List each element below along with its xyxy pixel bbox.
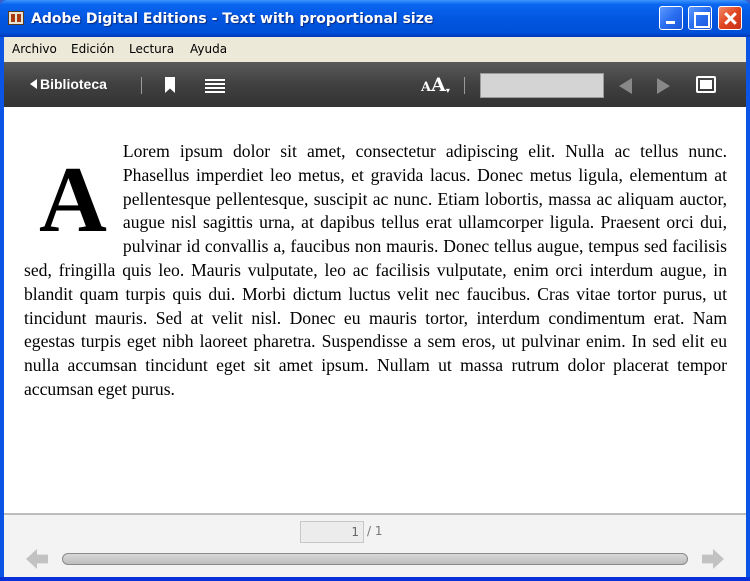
app-window: Adobe Digital Editions - Text with propo… — [0, 0, 750, 581]
drop-cap: A — [39, 148, 107, 252]
menu-bar: Archivo Edición Lectura Ayuda — [4, 37, 746, 62]
book-text: A Lorem ipsum dolor sit amet, consectetur… — [24, 140, 727, 402]
menu-archivo[interactable]: Archivo — [12, 42, 57, 56]
page-total: / 1 — [367, 524, 383, 538]
library-button[interactable]: Biblioteca — [30, 76, 107, 92]
back-arrow-icon — [30, 79, 37, 89]
app-icon[interactable] — [8, 11, 24, 25]
maximize-button[interactable] — [688, 6, 712, 30]
prev-page-icon[interactable] — [26, 549, 48, 569]
menu-lectura[interactable]: Lectura — [129, 42, 174, 56]
toolbar-divider — [464, 77, 465, 94]
toolbar-divider — [141, 77, 142, 94]
next-page-icon[interactable] — [702, 549, 724, 569]
toc-icon[interactable] — [205, 79, 225, 93]
reader-toolbar: Biblioteca AA▾ — [4, 62, 746, 107]
paragraph-text: Lorem ipsum dolor sit amet, consectetur … — [24, 141, 727, 399]
menu-ayuda[interactable]: Ayuda — [190, 42, 227, 56]
menu-edicion[interactable]: Edición — [71, 42, 114, 56]
window-frame — [0, 577, 750, 581]
minimize-button[interactable] — [659, 6, 683, 30]
font-size-icon[interactable]: AA▾ — [421, 74, 450, 96]
title-bar[interactable]: Adobe Digital Editions - Text with propo… — [0, 0, 750, 37]
reading-pane[interactable]: A Lorem ipsum dolor sit amet, consectetur… — [4, 107, 746, 513]
reading-progress-slider[interactable] — [62, 553, 688, 565]
library-label: Biblioteca — [40, 76, 107, 92]
next-icon[interactable] — [657, 78, 670, 94]
search-input[interactable] — [480, 73, 604, 98]
close-button[interactable] — [718, 6, 742, 30]
fullscreen-icon[interactable] — [696, 76, 716, 93]
page-navigation: 1 / 1 — [4, 513, 746, 577]
bookmark-icon[interactable] — [165, 77, 175, 93]
page-number-input[interactable]: 1 — [300, 521, 364, 543]
previous-icon[interactable] — [619, 78, 632, 94]
window-title: Adobe Digital Editions - Text with propo… — [31, 11, 434, 27]
